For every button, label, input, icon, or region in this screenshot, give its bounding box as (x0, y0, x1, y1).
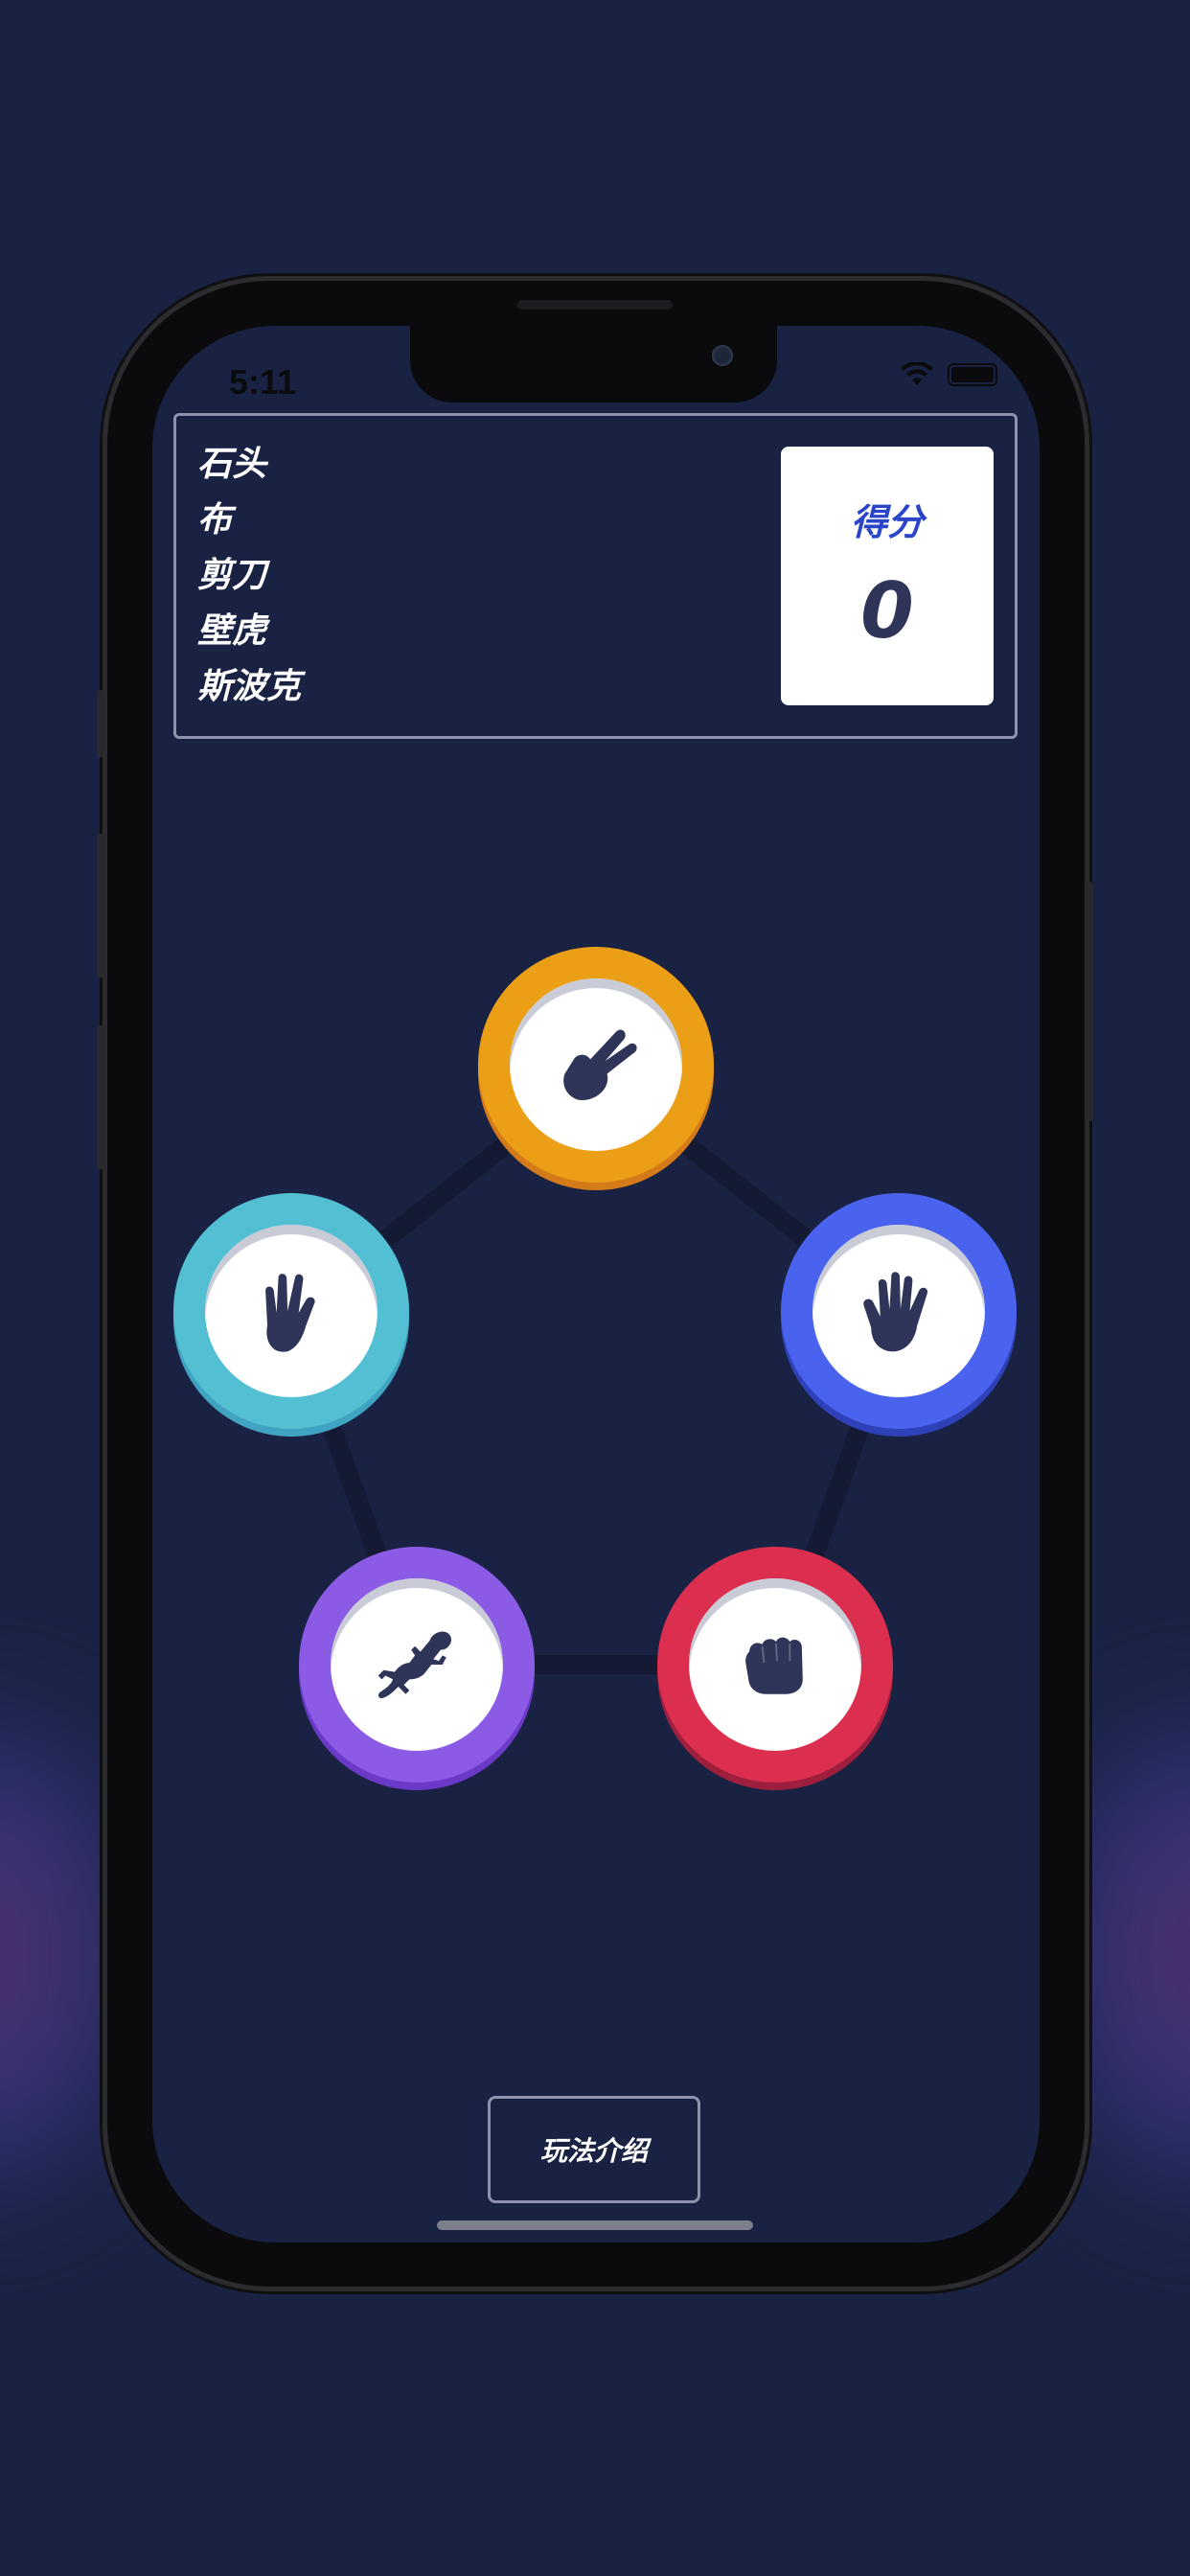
phone-volume-down-button (97, 1025, 104, 1169)
lizard-icon (378, 1631, 452, 1699)
phone-speaker (517, 300, 673, 310)
paper-hand-icon (863, 1272, 928, 1352)
home-indicator[interactable] (437, 2220, 753, 2230)
token-paper-inner (812, 1225, 985, 1397)
token-lizard[interactable] (299, 1547, 535, 1790)
spock-hand-icon (265, 1274, 315, 1352)
phone-screen: 5:11 石头 布 剪刀 壁虎 斯波克 得分 0 玩法介绍 (152, 326, 1040, 2242)
rules-button[interactable]: 玩法介绍 (488, 2096, 700, 2203)
phone-silent-switch (97, 690, 104, 757)
token-scissors-inner (510, 978, 682, 1151)
token-scissors[interactable] (478, 947, 714, 1190)
rock-fist-icon (745, 1637, 803, 1694)
scissors-hand-icon (563, 1029, 637, 1100)
phone-volume-up-button (97, 834, 104, 978)
token-spock[interactable] (173, 1193, 409, 1437)
app-root: 5:11 石头 布 剪刀 壁虎 斯波克 得分 0 玩法介绍 (0, 0, 1190, 2576)
phone-power-button (1086, 882, 1093, 1121)
token-rock[interactable] (657, 1547, 893, 1790)
token-spock-inner (205, 1225, 378, 1397)
token-paper[interactable] (781, 1193, 1017, 1437)
token-lizard-inner (331, 1578, 503, 1751)
token-rock-inner (689, 1578, 861, 1751)
